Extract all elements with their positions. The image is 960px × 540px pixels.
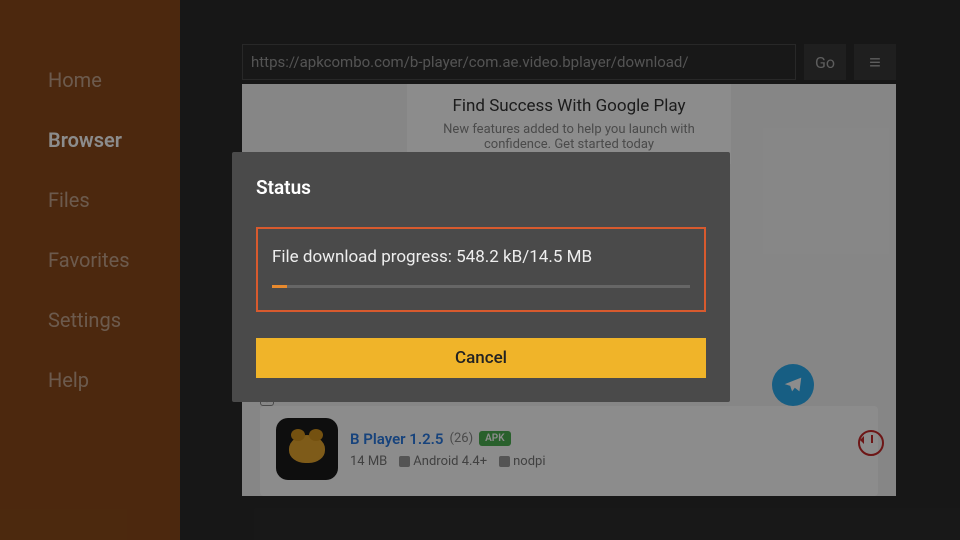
progress-text: File download progress: 548.2 kB/14.5 MB	[272, 247, 690, 267]
dialog-title: Status	[256, 176, 706, 199]
progress-box: File download progress: 548.2 kB/14.5 MB	[256, 227, 706, 312]
cancel-button[interactable]: Cancel	[256, 338, 706, 378]
status-dialog: Status File download progress: 548.2 kB/…	[232, 152, 730, 402]
progress-fill	[272, 285, 287, 288]
progress-bar	[272, 285, 690, 288]
